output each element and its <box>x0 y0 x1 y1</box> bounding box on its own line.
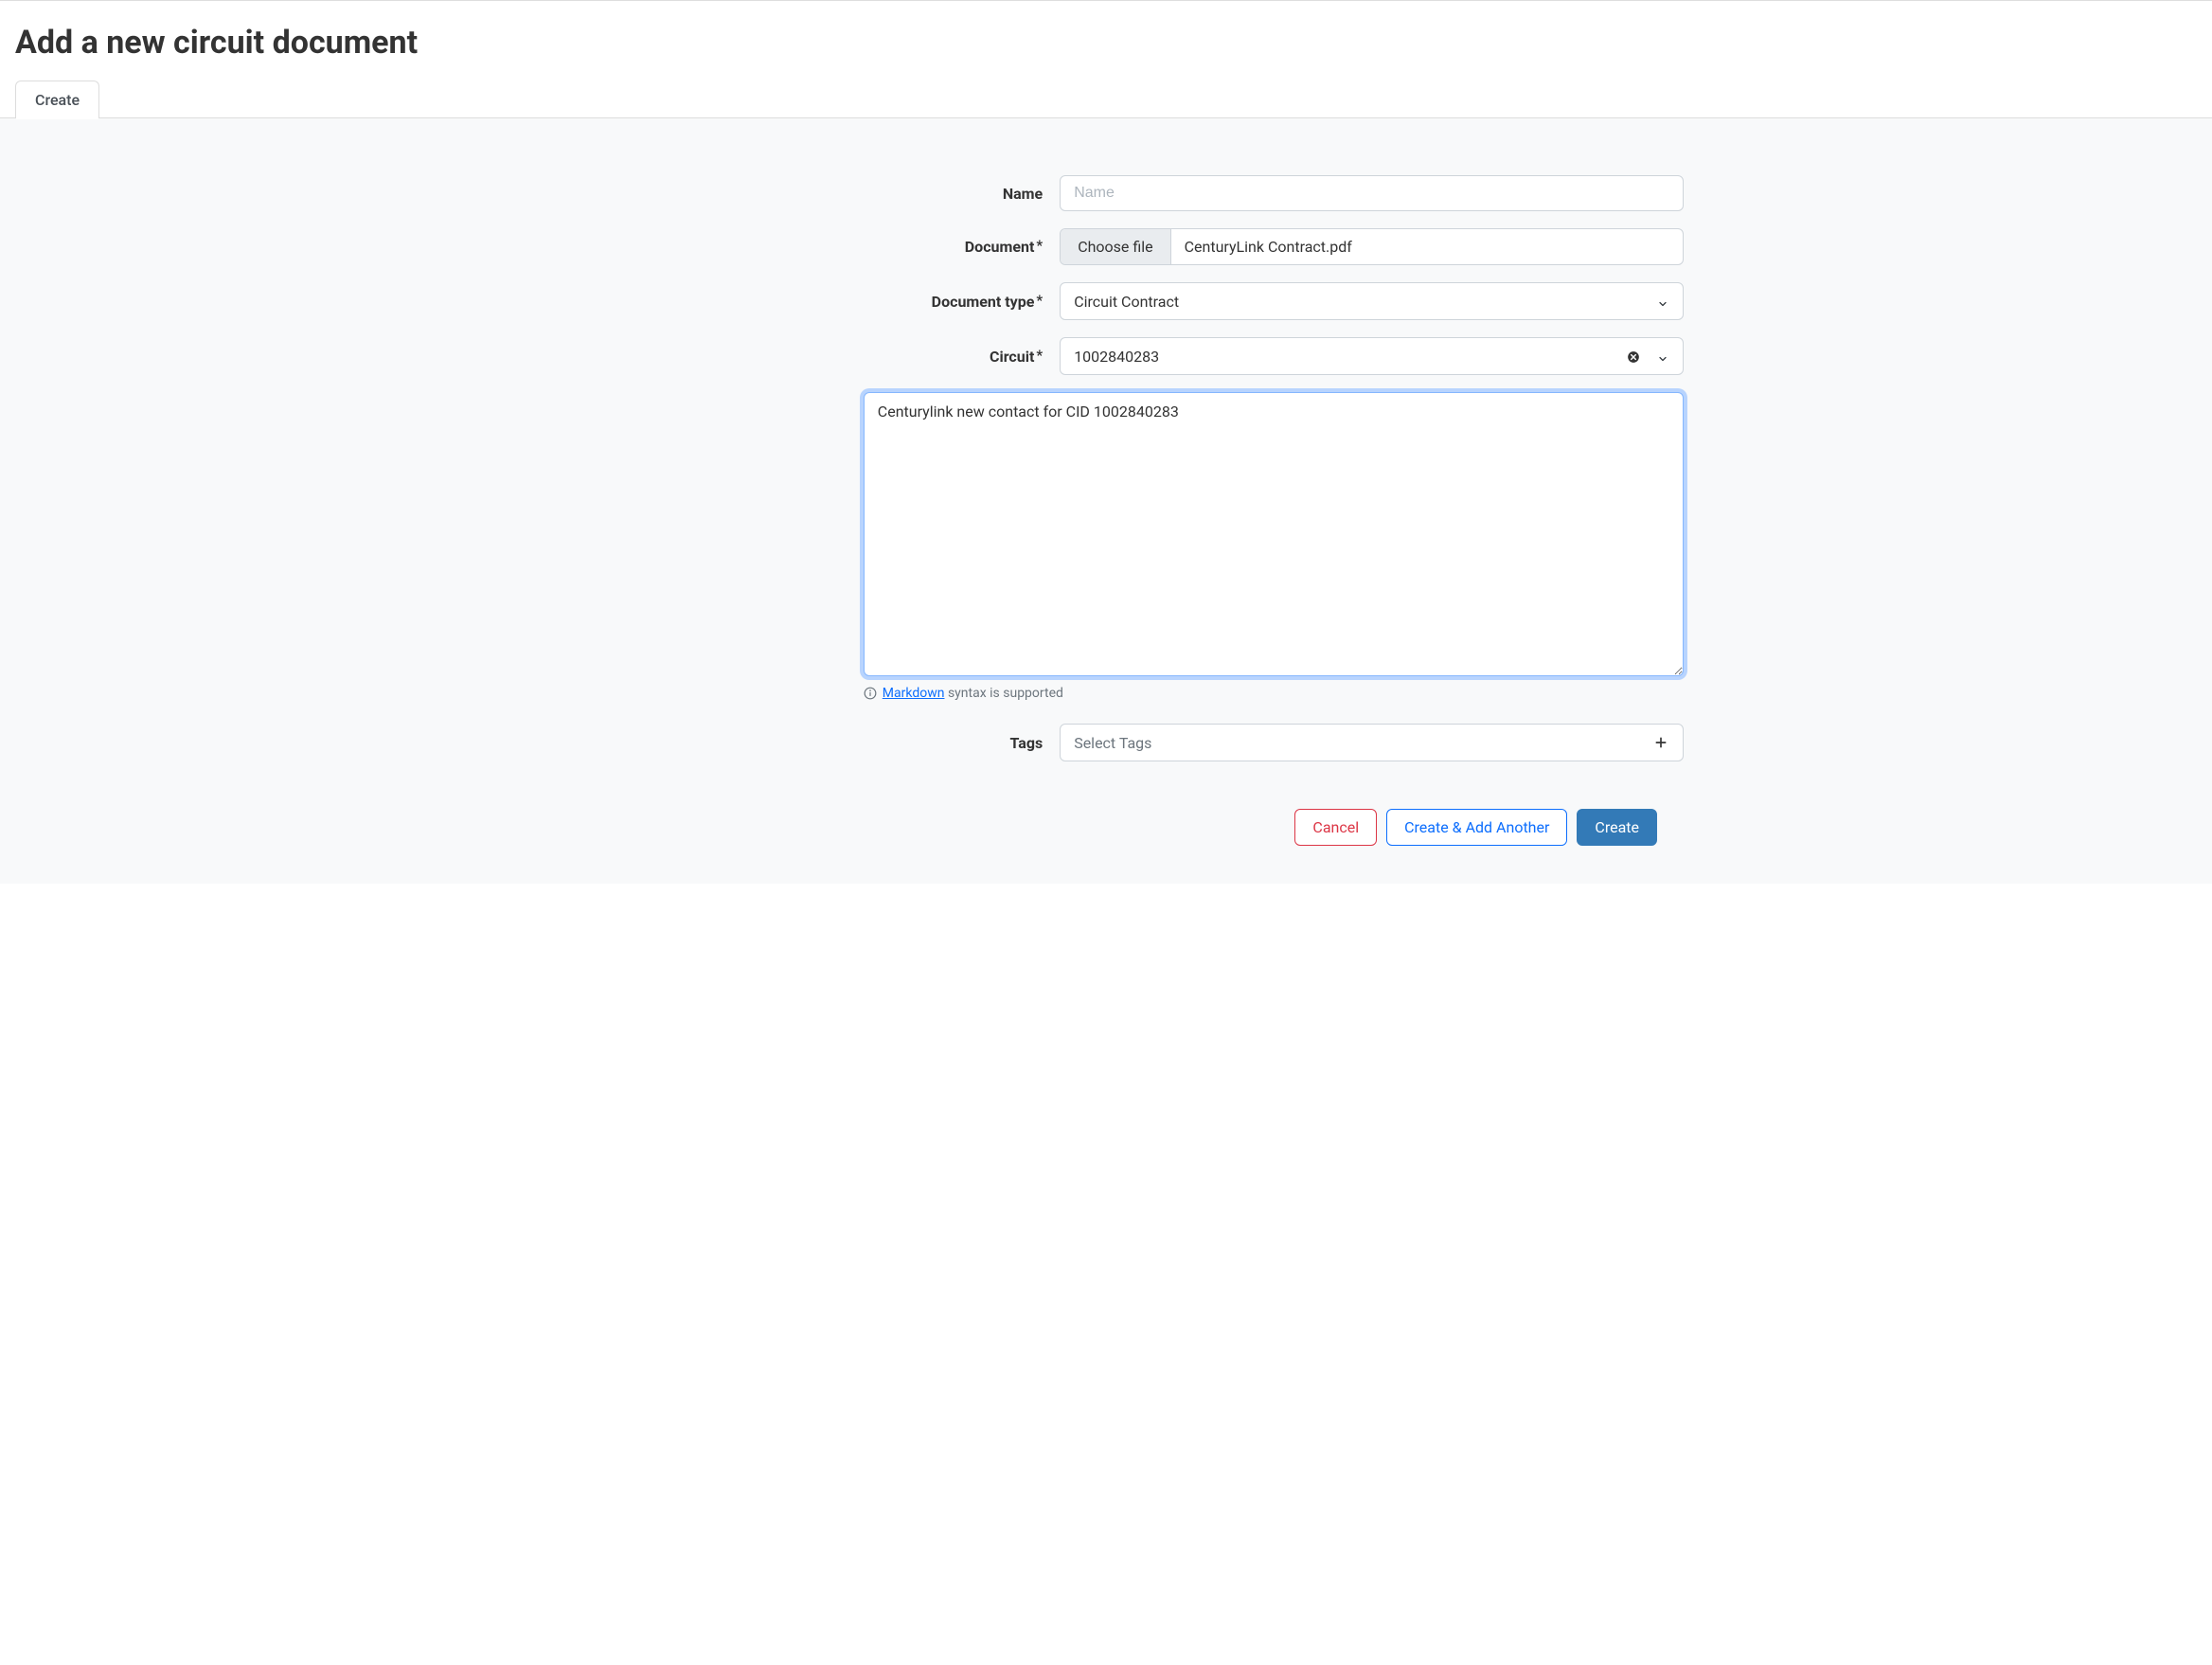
tab-create[interactable]: Create <box>15 81 99 118</box>
document-type-label: Document type* <box>528 293 1060 311</box>
button-row: Cancel Create & Add Another Create <box>528 809 1684 846</box>
name-input[interactable] <box>1060 175 1684 211</box>
clear-icon[interactable] <box>1627 349 1640 363</box>
name-label: Name <box>528 185 1060 203</box>
document-type-select[interactable]: Circuit Contract <box>1060 282 1684 320</box>
info-icon <box>864 687 877 700</box>
choose-file-button[interactable]: Choose file <box>1061 229 1170 264</box>
create-button[interactable]: Create <box>1577 809 1657 846</box>
tabs-bar: Create <box>0 81 2212 118</box>
markdown-link[interactable]: Markdown <box>883 686 945 701</box>
circuit-select[interactable]: 1002840283 <box>1060 337 1684 375</box>
tags-select[interactable]: Select Tags <box>1060 724 1684 761</box>
page-title: Add a new circuit document <box>0 1 2212 81</box>
cancel-button[interactable]: Cancel <box>1294 809 1377 846</box>
document-filename: CenturyLink Contract.pdf <box>1171 229 1683 264</box>
create-add-another-button[interactable]: Create & Add Another <box>1386 809 1567 846</box>
tags-label: Tags <box>528 734 1060 752</box>
description-textarea[interactable] <box>864 392 1684 676</box>
circuit-label: Circuit* <box>528 348 1060 366</box>
document-file-group: Choose file CenturyLink Contract.pdf <box>1060 228 1684 265</box>
form-area: Name Document* Choose file CenturyLink C… <box>0 118 2212 884</box>
markdown-help: Markdown syntax is supported <box>864 686 1684 701</box>
document-label: Document* <box>528 238 1060 256</box>
